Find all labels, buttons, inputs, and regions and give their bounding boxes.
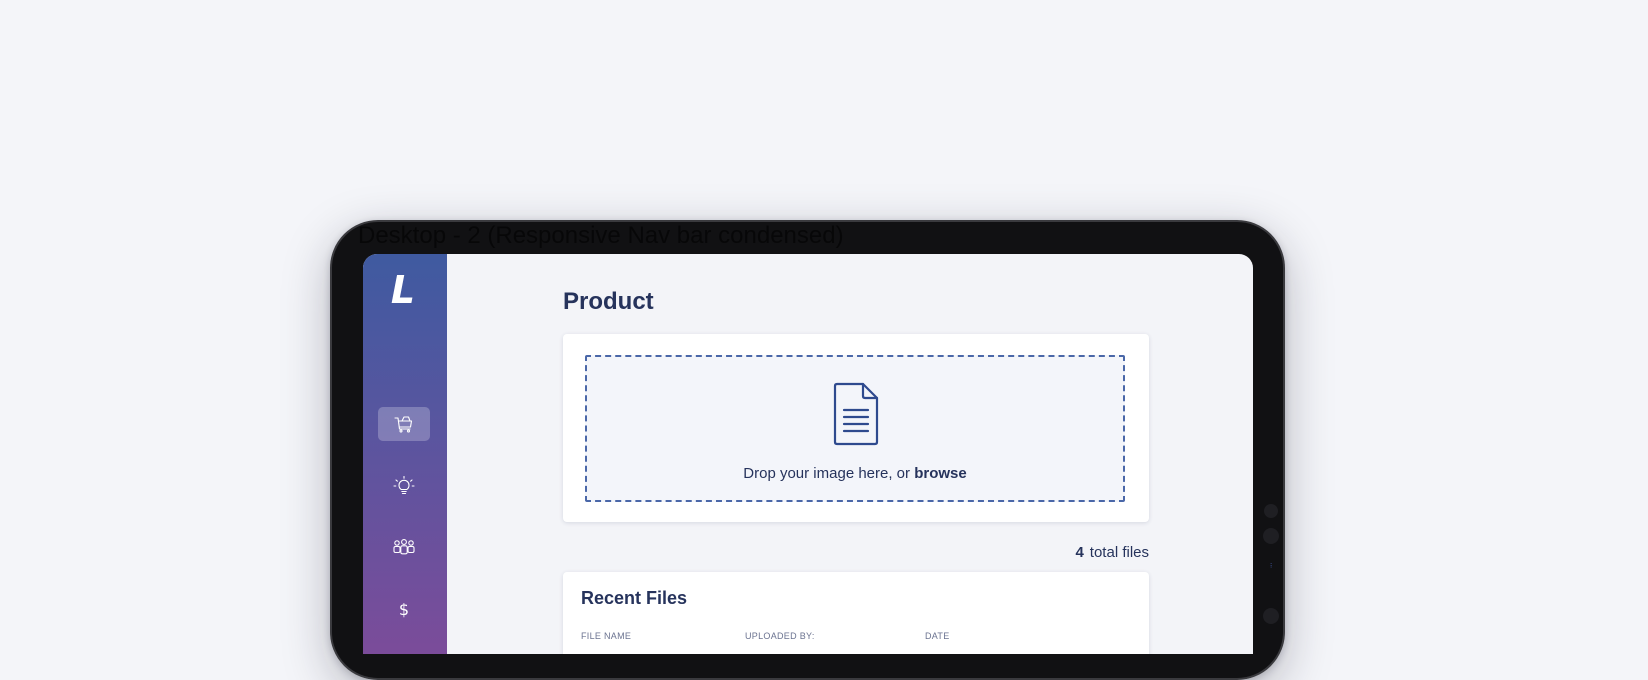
upload-card: Drop your image here, or browse	[563, 334, 1149, 522]
people-icon	[392, 538, 416, 556]
sidebar-item-ideas[interactable]	[378, 469, 430, 503]
sidebar-item-shop[interactable]	[378, 407, 430, 441]
dropzone-text: Drop your image here, or browse	[587, 465, 1123, 482]
dropzone-prompt: Drop your image here, or	[743, 465, 911, 482]
sidebar-item-team[interactable]	[378, 530, 430, 564]
total-files-label: total files	[1089, 544, 1149, 561]
total-files-count: 4	[1075, 544, 1084, 561]
recent-files-card: Recent Files FILE NAME UPLOADED BY: DATE	[563, 572, 1149, 654]
device-side-button	[1264, 504, 1278, 518]
browse-link[interactable]: browse	[914, 465, 967, 482]
lightbulb-icon	[393, 476, 415, 496]
frame-label: Desktop - 2 (Responsive Nav bar condense…	[358, 222, 844, 249]
sidebar: L $	[363, 254, 447, 654]
column-header-date[interactable]: DATE	[925, 631, 950, 641]
total-files-summary: 4 total files	[1075, 544, 1149, 561]
sidebar-item-pricing[interactable]: $	[378, 592, 430, 626]
recent-files-title: Recent Files	[581, 588, 688, 608]
column-header-file-name[interactable]: FILE NAME	[581, 631, 631, 641]
app-logo[interactable]: L	[363, 268, 443, 312]
image-dropzone[interactable]: Drop your image here, or browse	[585, 355, 1125, 502]
app-screen: L $ Product Drop your image here, or bro…	[363, 254, 1253, 654]
device-side-button	[1263, 528, 1279, 544]
document-icon	[831, 382, 881, 451]
column-header-uploaded-by[interactable]: UPLOADED BY:	[745, 631, 815, 641]
page-title: Product	[563, 288, 654, 315]
dollar-icon: $	[398, 599, 410, 619]
device-indicator-icon: ⁝	[1270, 562, 1273, 570]
basket-icon	[393, 415, 415, 433]
device-side-button	[1263, 608, 1279, 624]
